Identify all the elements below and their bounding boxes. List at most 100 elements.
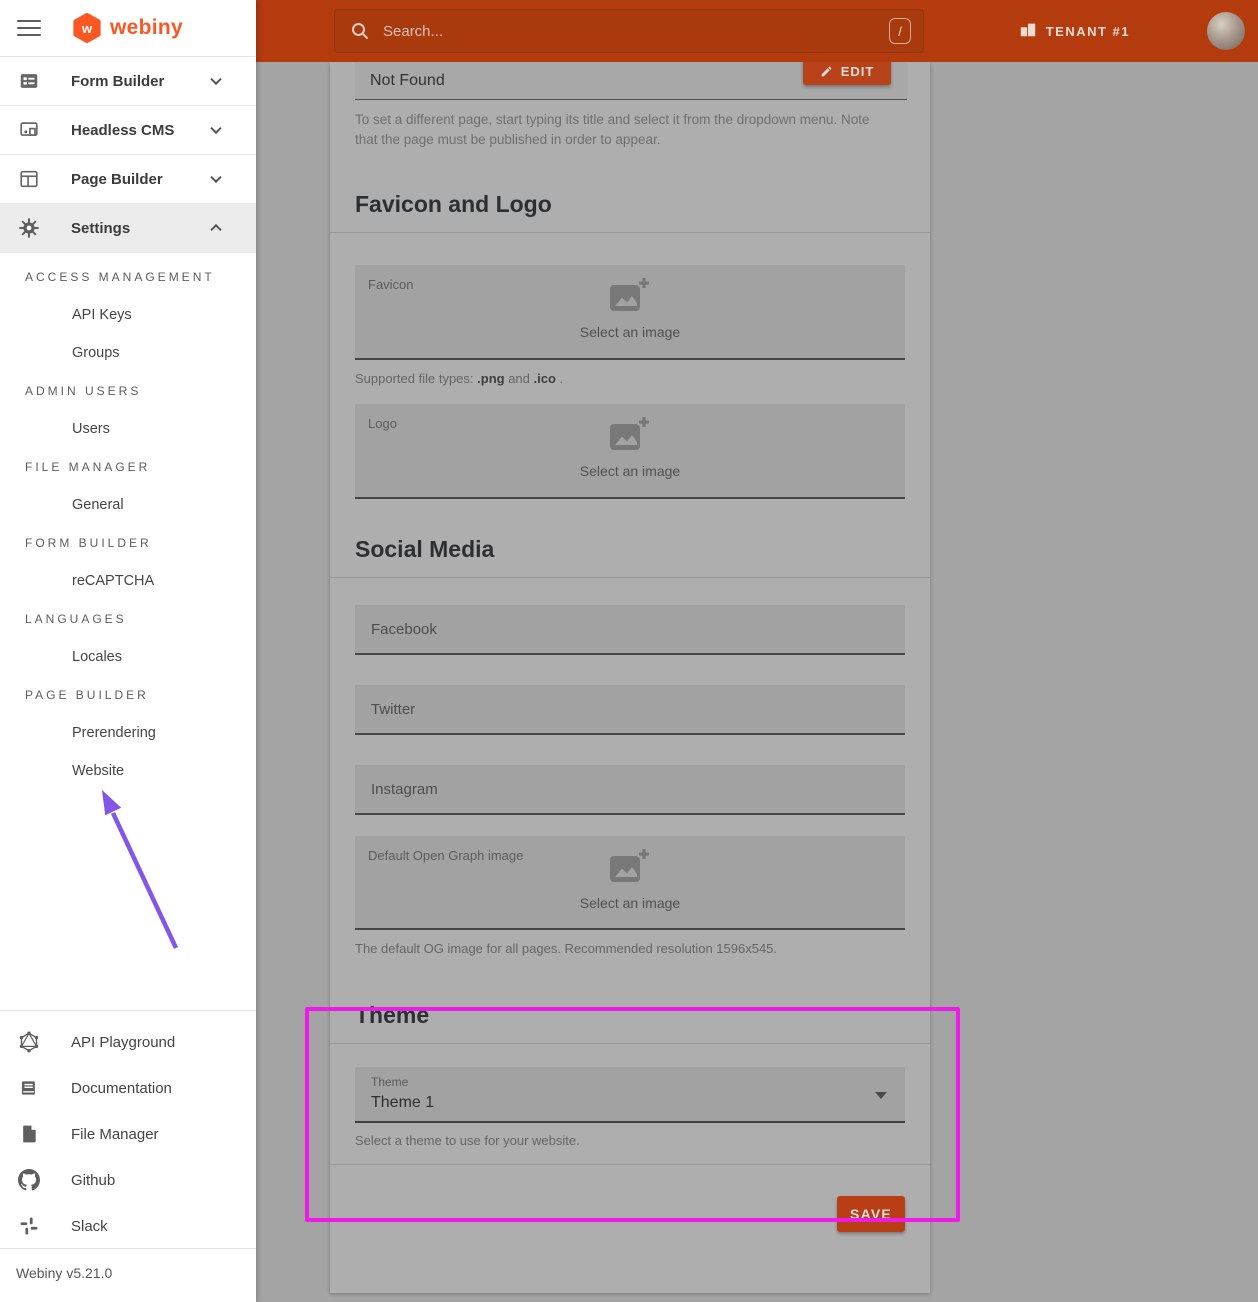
sidebar-item-file-manager[interactable]: File Manager	[0, 1111, 256, 1157]
instagram-input[interactable]	[355, 765, 905, 813]
theme-select-label: Theme	[371, 1075, 408, 1089]
sidebar-footer: API Playground Documentation File Manage…	[0, 1010, 256, 1249]
tenant-label: TENANT #1	[1046, 24, 1130, 39]
submenu-caption: ADMIN USERS	[0, 372, 256, 410]
sidebar-item-form-builder[interactable]: Form Builder	[0, 57, 256, 106]
sidebar-item-slack[interactable]: Slack	[0, 1203, 256, 1249]
sidebar-item-documentation[interactable]: Documentation	[0, 1065, 256, 1111]
favicon-logo-body: Favicon Select an image Supported file t…	[330, 265, 930, 499]
section-title-favicon-logo: Favicon and Logo	[330, 191, 930, 233]
not-found-page-field[interactable]: EDIT	[355, 62, 907, 100]
search-input[interactable]	[383, 23, 889, 40]
save-button[interactable]: SAVE	[837, 1196, 905, 1232]
main-content: EDIT To set a different page, start typi…	[256, 62, 1258, 1302]
user-avatar[interactable]	[1207, 12, 1245, 50]
sidebar-item-page-builder[interactable]: Page Builder	[0, 155, 256, 204]
graphql-icon	[18, 1031, 40, 1053]
add-image-icon	[608, 848, 652, 891]
submenu-item-general[interactable]: General	[0, 486, 256, 524]
chevron-up-icon	[210, 224, 221, 235]
sidebar-item-label: Slack	[71, 1218, 108, 1235]
sidebar-item-label: Headless CMS	[71, 122, 174, 139]
sidebar-item-label: File Manager	[71, 1126, 159, 1143]
facebook-input[interactable]	[355, 605, 905, 653]
topbar: / TENANT #1	[256, 0, 1258, 62]
webiny-admin-page: / TENANT #1 w webiny Form Builder	[0, 0, 1258, 1302]
chevron-down-icon	[210, 123, 221, 134]
form-builder-icon	[18, 70, 40, 92]
select-image-label: Select an image	[355, 895, 905, 911]
book-icon	[18, 1077, 40, 1099]
sidebar-item-label: Documentation	[71, 1080, 172, 1097]
theme-help-text: Select a theme to use for your website.	[355, 1133, 905, 1148]
chevron-down-icon	[210, 74, 221, 85]
tenant-selector[interactable]: TENANT #1	[1019, 0, 1130, 62]
twitter-field[interactable]	[355, 685, 905, 735]
theme-select[interactable]: Theme Theme 1	[355, 1067, 905, 1123]
github-icon	[18, 1169, 40, 1191]
headless-cms-icon	[18, 119, 40, 141]
submenu-caption: LANGUAGES	[0, 600, 256, 638]
sidebar-item-label: Settings	[71, 220, 130, 237]
sidebar-item-label: Page Builder	[71, 171, 163, 188]
submenu-caption: FILE MANAGER	[0, 448, 256, 486]
submenu-item-locales[interactable]: Locales	[0, 638, 256, 676]
dropdown-caret-icon	[875, 1092, 887, 1099]
submenu-caption: PAGE BUILDER	[0, 676, 256, 714]
submenu-item-prerendering[interactable]: Prerendering	[0, 714, 256, 752]
sidebar-item-api-playground[interactable]: API Playground	[0, 1019, 256, 1065]
select-image-label: Select an image	[355, 463, 905, 479]
webiny-logo[interactable]: w webiny	[71, 12, 183, 44]
file-icon	[18, 1123, 40, 1145]
hamburger-menu-icon[interactable]	[17, 15, 41, 41]
add-image-icon	[608, 416, 652, 459]
submenu-item-api-keys[interactable]: API Keys	[0, 296, 256, 334]
select-image-label: Select an image	[355, 324, 905, 340]
form-footer: SAVE	[330, 1164, 930, 1232]
webiny-wordmark: webiny	[110, 16, 183, 40]
submenu-item-users[interactable]: Users	[0, 410, 256, 448]
theme-select-value: Theme 1	[371, 1094, 434, 1112]
social-media-body: Default Open Graph image Select an image…	[330, 605, 930, 956]
submenu-item-groups[interactable]: Groups	[0, 334, 256, 372]
sidebar-item-label: Form Builder	[71, 73, 164, 90]
chevron-down-icon	[210, 172, 221, 183]
sidebar: w webiny Form Builder Headless CMS Page …	[0, 0, 256, 1302]
submenu-caption: ACCESS MANAGEMENT	[0, 258, 256, 296]
search-box[interactable]: /	[334, 9, 924, 53]
submenu-item-website[interactable]: Website	[0, 752, 256, 790]
sidebar-item-label: API Playground	[71, 1034, 175, 1051]
edit-button-label: EDIT	[841, 64, 875, 79]
sidebar-header: w webiny	[0, 0, 256, 57]
og-image-upload-box[interactable]: Default Open Graph image Select an image	[355, 836, 905, 930]
settings-submenu: ACCESS MANAGEMENT API Keys Groups ADMIN …	[0, 253, 256, 790]
og-image-help-text: The default OG image for all pages. Reco…	[355, 941, 905, 956]
og-image-upload-center: Select an image	[355, 848, 905, 911]
building-icon	[1019, 20, 1037, 43]
logo-upload-box[interactable]: Logo Select an image	[355, 404, 905, 499]
facebook-field[interactable]	[355, 605, 905, 655]
submenu-item-recaptcha[interactable]: reCAPTCHA	[0, 562, 256, 600]
pencil-icon	[820, 65, 833, 78]
app-version: Webiny v5.21.0	[0, 1248, 256, 1281]
section-title-social-media: Social Media	[330, 536, 930, 578]
webiny-logo-icon: w	[71, 12, 103, 44]
search-shortcut-badge: /	[889, 18, 911, 44]
theme-body: Theme Theme 1 Select a theme to use for …	[330, 1067, 930, 1148]
slack-icon	[18, 1215, 40, 1237]
sidebar-item-settings[interactable]: Settings	[0, 204, 256, 253]
instagram-field[interactable]	[355, 765, 905, 815]
favicon-upload-box[interactable]: Favicon Select an image	[355, 265, 905, 360]
search-icon	[351, 22, 369, 40]
favicon-help-text: Supported file types: .png and .ico .	[355, 371, 905, 386]
logo-upload-center: Select an image	[355, 416, 905, 479]
section-title-theme: Theme	[330, 1002, 930, 1044]
twitter-input[interactable]	[355, 685, 905, 733]
add-image-icon	[608, 277, 652, 320]
svg-text:w: w	[81, 21, 93, 36]
sidebar-item-headless-cms[interactable]: Headless CMS	[0, 106, 256, 155]
page-builder-icon	[18, 168, 40, 190]
not-found-page-input[interactable]	[355, 62, 686, 99]
favicon-upload-center: Select an image	[355, 277, 905, 340]
sidebar-item-github[interactable]: Github	[0, 1157, 256, 1203]
